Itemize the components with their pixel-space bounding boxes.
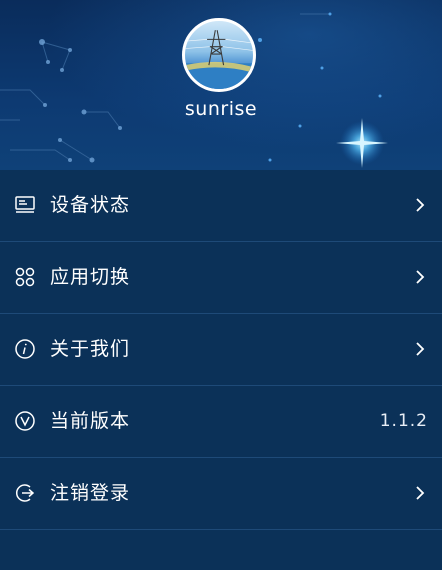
menu-item-current-version: 当前版本 1.1.2 — [0, 386, 442, 458]
menu-item-label: 注销登录 — [50, 482, 131, 504]
settings-menu: 设备状态 应用切换 关于我们 当前版本 1.1.2 注销登录 — [0, 170, 442, 530]
chevron-right-icon — [416, 342, 425, 356]
chevron-right-icon — [416, 198, 425, 212]
username: sunrise — [184, 98, 258, 120]
logout-icon — [15, 484, 35, 502]
version-number: 1.1.2 — [379, 411, 428, 431]
version-icon — [15, 411, 35, 431]
profile-header: sunrise — [0, 0, 442, 170]
menu-item-label: 关于我们 — [50, 338, 131, 360]
menu-item-app-switch[interactable]: 应用切换 — [0, 242, 442, 314]
grid-icon — [15, 267, 35, 287]
menu-item-label: 当前版本 — [50, 410, 131, 432]
chevron-right-icon — [416, 486, 425, 500]
menu-item-device-status[interactable]: 设备状态 — [0, 170, 442, 242]
avatar-power-tower-image — [185, 30, 253, 89]
menu-item-label: 应用切换 — [50, 266, 131, 288]
info-icon — [15, 339, 35, 359]
menu-item-about-us[interactable]: 关于我们 — [0, 314, 442, 386]
avatar[interactable] — [182, 18, 256, 92]
chevron-right-icon — [416, 270, 425, 284]
menu-item-label: 设备状态 — [50, 194, 131, 216]
monitor-icon — [15, 196, 35, 213]
menu-item-logout[interactable]: 注销登录 — [0, 458, 442, 530]
